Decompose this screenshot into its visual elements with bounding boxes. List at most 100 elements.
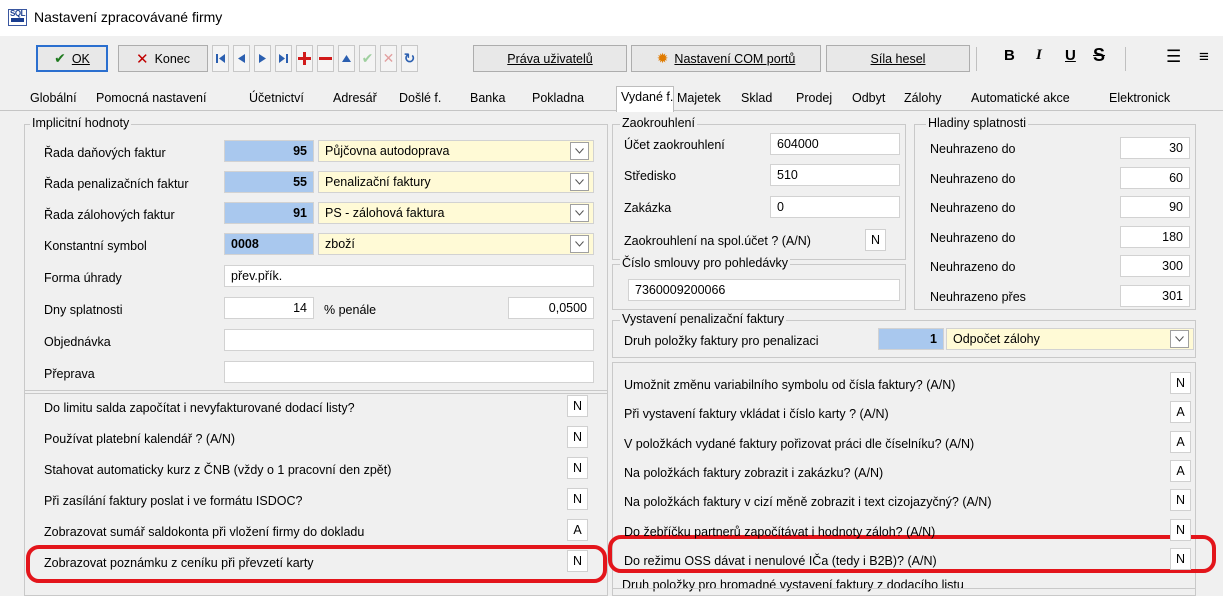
- rounding-account-field[interactable]: 604000: [770, 133, 900, 155]
- right-option-value[interactable]: A: [1170, 459, 1191, 482]
- job-field[interactable]: 0: [770, 196, 900, 218]
- implicit-row-label: Řada daňových faktur: [44, 146, 166, 160]
- penalty-percent-label: % penále: [324, 303, 377, 317]
- right-option-value[interactable]: N: [1170, 372, 1191, 394]
- last-record-icon[interactable]: [275, 45, 292, 72]
- implicit-row-name-field[interactable]: Půjčovna autodoprava: [318, 140, 594, 162]
- bulk-invoice-group: [612, 588, 1196, 596]
- due-level-label: Neuhrazeno do: [930, 171, 1016, 186]
- strikethrough-button[interactable]: S: [1093, 45, 1105, 66]
- close-icon: ✕: [135, 50, 149, 68]
- chevron-down-icon[interactable]: [570, 235, 589, 253]
- previous-record-icon[interactable]: [233, 45, 250, 72]
- contract-number-field[interactable]: 7360009200066: [628, 279, 900, 301]
- user-rights-button[interactable]: Práva uživatelů: [473, 45, 627, 72]
- underline-button[interactable]: U: [1065, 47, 1076, 64]
- tab-1[interactable]: Pomocná nastavení: [96, 91, 246, 111]
- tab-13[interactable]: Automatické akce: [971, 91, 1107, 111]
- password-strength-button[interactable]: Síla hesel: [826, 45, 970, 72]
- rounding-account-label: Účet zaokrouhlení: [624, 138, 725, 152]
- due-level-field[interactable]: 180: [1120, 225, 1190, 248]
- implicit-row-name-field[interactable]: Penalizační faktury: [318, 171, 594, 193]
- first-record-icon[interactable]: [212, 45, 229, 72]
- implicit-row-code-field[interactable]: 95: [224, 140, 314, 162]
- tab-14[interactable]: Elektronick: [1109, 91, 1223, 111]
- left-option-label: Do limitu salda započítat i nevyfakturov…: [44, 401, 355, 415]
- chevron-down-icon[interactable]: [570, 173, 589, 191]
- tab-11[interactable]: Odbyt: [852, 91, 902, 111]
- tab-8[interactable]: Majetek: [677, 91, 739, 111]
- checkmark-icon: ✔: [54, 50, 66, 66]
- italic-button[interactable]: I: [1036, 47, 1042, 64]
- tab-10[interactable]: Prodej: [796, 91, 850, 111]
- refresh-icon[interactable]: ↻: [401, 45, 418, 72]
- due-level-field[interactable]: 300: [1120, 255, 1190, 277]
- center-label: Středisko: [624, 169, 677, 183]
- edit-record-icon[interactable]: [338, 45, 355, 72]
- job-label: Zakázka: [624, 201, 672, 215]
- penalty-item-type-name[interactable]: Odpočet zálohy: [946, 328, 1194, 350]
- right-option-value[interactable]: N: [1170, 518, 1191, 541]
- due-days-field[interactable]: 14: [224, 297, 314, 319]
- left-option-value[interactable]: N: [567, 457, 588, 479]
- left-option-value[interactable]: N: [567, 395, 588, 417]
- bullet-list-icon[interactable]: ☰: [1166, 47, 1181, 67]
- tab-5[interactable]: Banka: [470, 91, 530, 111]
- bold-button[interactable]: B: [1004, 47, 1015, 64]
- right-option-label: Na položkách faktury zobrazit i zakázku?…: [624, 465, 884, 480]
- tab-12[interactable]: Zálohy: [904, 91, 969, 111]
- right-option-value[interactable]: N: [1170, 489, 1191, 512]
- tab-6[interactable]: Pokladna: [532, 91, 614, 111]
- chevron-down-icon[interactable]: [570, 204, 589, 222]
- chevron-down-icon[interactable]: [1170, 330, 1189, 348]
- com-ports-button[interactable]: ✹ Nastavení COM portů: [631, 45, 821, 72]
- align-text-icon[interactable]: ≡: [1199, 47, 1209, 67]
- implicit-row-label: Řada zálohových faktur: [44, 208, 175, 222]
- implicit-row-code-field[interactable]: 55: [224, 171, 314, 193]
- confirm-edit-icon[interactable]: ✔: [359, 45, 376, 72]
- order-label: Objednávka: [44, 335, 111, 349]
- tab-4[interactable]: Došlé f.: [399, 91, 467, 111]
- due-level-label: Neuhrazeno do: [930, 260, 1016, 274]
- tab-9[interactable]: Sklad: [741, 91, 793, 111]
- left-option-value[interactable]: N: [567, 550, 588, 572]
- right-option-value[interactable]: N: [1170, 547, 1191, 570]
- transport-label: Přeprava: [44, 367, 95, 381]
- transport-field[interactable]: [224, 361, 594, 383]
- penalty-percent-field[interactable]: 0,0500: [508, 297, 594, 319]
- implicit-row-name-field[interactable]: zboží: [318, 233, 594, 255]
- ok-button[interactable]: ✔ OK: [36, 45, 108, 72]
- right-option-label: Při vystavení faktury vkládat i číslo ka…: [624, 407, 889, 422]
- tab-3[interactable]: Adresář: [333, 91, 397, 111]
- implicit-row-name-field[interactable]: PS - zálohová faktura: [318, 202, 594, 224]
- close-button[interactable]: ✕ Konec: [118, 45, 208, 72]
- common-account-field[interactable]: N: [865, 229, 886, 251]
- right-option-value[interactable]: A: [1170, 430, 1191, 453]
- due-level-field[interactable]: 60: [1120, 166, 1190, 189]
- payment-form-field[interactable]: přev.přík.: [224, 265, 594, 287]
- penalty-item-type-label: Druh položky faktury pro penalizaci: [624, 334, 819, 348]
- cancel-edit-icon[interactable]: ✕: [380, 45, 397, 72]
- left-option-value[interactable]: A: [567, 519, 588, 541]
- due-level-field[interactable]: 90: [1120, 196, 1190, 218]
- implicit-row-code-field[interactable]: 91: [224, 202, 314, 224]
- left-option-value[interactable]: N: [567, 426, 588, 448]
- implicit-row-code-field[interactable]: 0008: [224, 233, 314, 255]
- tab-7[interactable]: Vydané f.: [616, 86, 674, 112]
- due-level-label: Neuhrazeno do: [930, 201, 1016, 215]
- tab-2[interactable]: Účetnictví: [249, 91, 331, 111]
- chevron-down-icon[interactable]: [570, 142, 589, 160]
- tab-0[interactable]: Globální: [30, 91, 94, 111]
- add-record-icon[interactable]: [296, 45, 313, 72]
- delete-record-icon[interactable]: [317, 45, 334, 72]
- order-field[interactable]: [224, 329, 594, 351]
- due-levels-legend: Hladiny splatnosti: [926, 116, 1028, 130]
- due-level-field[interactable]: 301: [1120, 284, 1190, 307]
- next-record-icon[interactable]: [254, 45, 271, 72]
- penalty-item-type-code[interactable]: 1: [878, 328, 944, 350]
- right-option-label: Na položkách faktury v cizí měně zobrazi…: [624, 495, 992, 510]
- right-option-value[interactable]: A: [1170, 401, 1191, 424]
- left-option-value[interactable]: N: [567, 488, 588, 510]
- center-field[interactable]: 510: [770, 164, 900, 186]
- due-level-field[interactable]: 30: [1120, 137, 1190, 159]
